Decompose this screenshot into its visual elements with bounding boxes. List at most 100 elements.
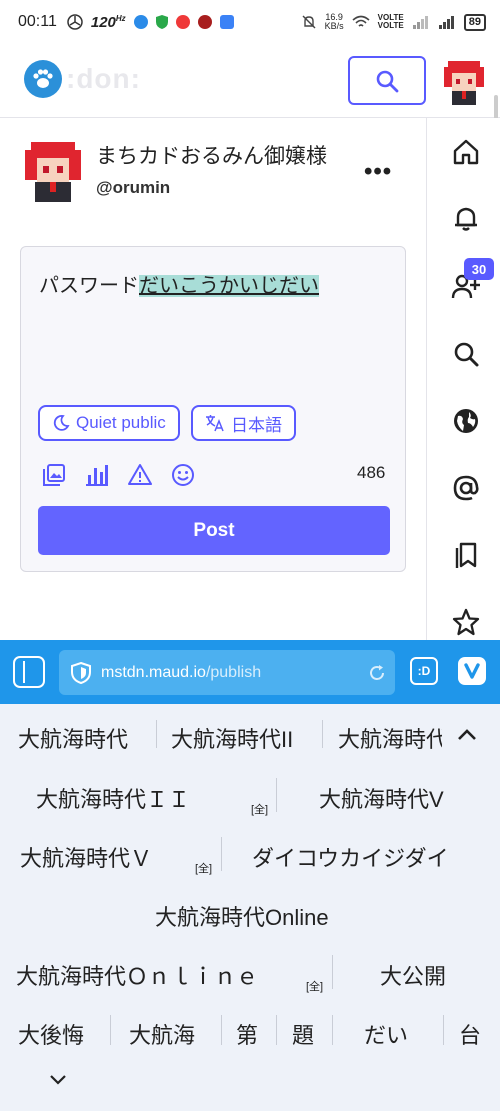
poll-icon: [86, 465, 108, 486]
browser-toolbar: mstdn.maud.io/publish :D: [0, 640, 500, 704]
candidate[interactable]: 第: [236, 1018, 258, 1050]
wifi-icon: [352, 15, 370, 27]
candidate[interactable]: 題: [292, 1018, 314, 1050]
clock: 00:11: [18, 13, 57, 30]
volte-labels: VOLTE VOLTE: [378, 14, 404, 30]
bell-off-icon: [302, 15, 316, 29]
navigation-column: 30: [428, 118, 500, 640]
fullwidth-tag: [全]: [195, 863, 213, 875]
url-host: mstdn.maud.io: [101, 663, 206, 681]
candidate-separator: [110, 1015, 111, 1045]
signal-2-icon: [438, 16, 454, 29]
refresh-rate-value: 120: [90, 13, 116, 31]
vivaldi-icon: [464, 663, 480, 679]
candidate[interactable]: 大航海時代: [18, 722, 128, 754]
nav-explore[interactable]: [450, 405, 482, 437]
at-icon: [453, 475, 479, 501]
candidate[interactable]: 大公開: [380, 959, 446, 991]
star-icon: [452, 608, 480, 636]
candidate[interactable]: 大航海時代ＩＩ: [36, 782, 190, 814]
avatar[interactable]: [440, 57, 488, 105]
image-icon: [43, 464, 65, 486]
add-poll-button[interactable]: [84, 462, 110, 488]
nav-mentions[interactable]: [450, 472, 482, 504]
candidate[interactable]: 大航海時代Online: [155, 900, 329, 932]
shield-icon: [71, 661, 91, 684]
bell-icon: [455, 207, 477, 231]
url-text: mstdn.maud.io/publish: [101, 664, 261, 682]
content-warning-button[interactable]: [127, 462, 153, 488]
shield-icon: [155, 15, 168, 29]
nav-bookmarks[interactable]: [450, 539, 482, 571]
fullwidth-tag: [全]: [251, 804, 269, 816]
candidate[interactable]: 大後悔: [18, 1018, 84, 1050]
search-button[interactable]: [348, 56, 426, 105]
search-icon: [454, 342, 479, 367]
tabs-panel-button[interactable]: [13, 656, 45, 688]
url-path: /publish: [205, 663, 262, 681]
nav-search[interactable]: [450, 338, 482, 370]
candidate[interactable]: 大航海時代Ｖ: [20, 841, 152, 873]
candidate-separator: [322, 720, 323, 748]
nav-notifications[interactable]: [450, 202, 482, 234]
globe-icon: [454, 409, 478, 433]
chevron-up-icon[interactable]: [456, 724, 478, 746]
visibility-button[interactable]: Quiet public: [38, 405, 180, 441]
candidate[interactable]: 大航海時代Ｏｎｌｉｎｅ: [16, 959, 258, 991]
candidate-separator: [276, 1015, 277, 1045]
post-button[interactable]: Post: [38, 506, 390, 555]
address-bar[interactable]: mstdn.maud.io/publish: [59, 650, 395, 695]
candidate[interactable]: 大航海: [129, 1018, 195, 1050]
instance-logo-text: :don:: [66, 63, 141, 94]
fullwidth-tag: [全]: [306, 981, 324, 993]
refresh-rate: 120Hz: [91, 14, 126, 31]
emoji-icon: [172, 464, 194, 486]
nav-favourites[interactable]: [450, 606, 482, 638]
compose-form: パスワードだいこうかいじだい Quiet public 日本語 486 Post: [20, 246, 406, 572]
candidate[interactable]: 大航海時代V: [319, 782, 444, 814]
status-bar: 00:11 120Hz 16.9 KB/s VOLTE VOLTE 89: [0, 0, 500, 44]
signal-1-icon: [412, 16, 428, 29]
candidate[interactable]: 大航海時代II: [171, 722, 293, 754]
account-avatar[interactable]: [21, 138, 85, 202]
candidate[interactable]: 台: [459, 1018, 481, 1050]
candidate-separator: [156, 720, 157, 748]
net-speed: 16.9 KB/s: [325, 13, 344, 31]
refresh-rate-unit: Hz: [115, 13, 126, 23]
extension-button[interactable]: :D: [410, 657, 438, 685]
net-speed-unit: KB/s: [324, 21, 344, 31]
candidate-separator: [221, 837, 222, 871]
account-display-name: まちカドおるみん御嬢様: [96, 145, 327, 168]
candidate[interactable]: ダイコウカイジダイ: [252, 841, 449, 873]
candidate-separator: [443, 1015, 444, 1045]
language-button[interactable]: 日本語: [191, 405, 296, 441]
search-icon: [376, 70, 399, 92]
reload-icon[interactable]: [367, 663, 387, 683]
chevron-down-icon[interactable]: [49, 1073, 67, 1087]
emoji-button[interactable]: [170, 462, 196, 488]
candidate-separator: [332, 1015, 333, 1045]
cloud-icon: [219, 15, 234, 29]
paw-logo-icon[interactable]: [24, 60, 62, 98]
more-options-button[interactable]: •••: [364, 158, 392, 186]
compose-textarea[interactable]: パスワードだいこうかいじだい: [39, 269, 319, 298]
panel-divider: [23, 661, 25, 683]
notification-icons: 120Hz: [67, 14, 234, 31]
follow-requests-badge: 30: [464, 258, 494, 280]
candidate[interactable]: 大航海時代: [338, 722, 442, 754]
nav-home[interactable]: [450, 136, 482, 168]
bookmarks-icon: [455, 542, 477, 568]
compose-text-plain: パスワード: [39, 275, 139, 297]
visibility-label: Quiet public: [76, 413, 166, 432]
compose-text-composing: だいこうかいじだい: [139, 275, 319, 297]
compose-column: まちカドおるみん御嬢様 @orumin ••• パスワードだいこうかいじだい Q…: [0, 118, 427, 640]
add-media-button[interactable]: [41, 462, 67, 488]
home-icon: [453, 139, 479, 165]
candidate-separator: [276, 778, 277, 812]
candidate[interactable]: だい: [364, 1018, 408, 1050]
vivaldi-status-icon: [175, 15, 190, 29]
language-label: 日本語: [231, 415, 282, 435]
candidate-separator: [332, 955, 333, 989]
vivaldi-menu-button[interactable]: [458, 657, 486, 685]
candidate-separator: [221, 1015, 222, 1045]
